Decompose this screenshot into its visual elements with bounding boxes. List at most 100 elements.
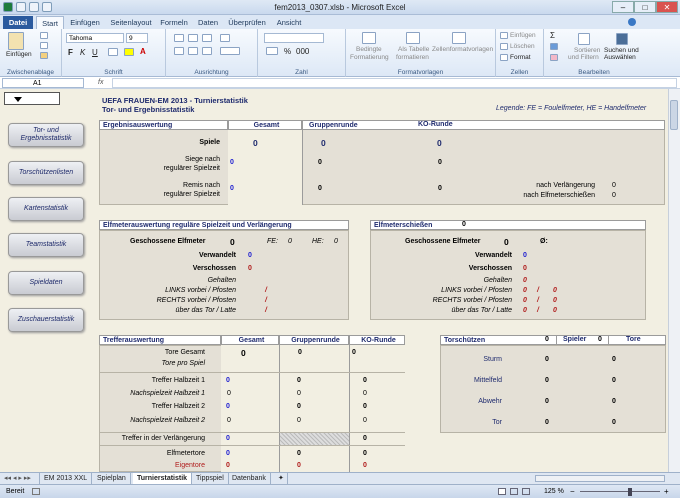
paste-button[interactable]: Einfügen xyxy=(6,51,32,58)
bold-button[interactable]: F xyxy=(68,48,73,57)
currency-icon[interactable] xyxy=(266,47,278,55)
conditional-format-button[interactable]: Bedingte xyxy=(356,46,382,53)
fill-color-icon[interactable] xyxy=(124,48,134,56)
vertical-scrollbar-thumb[interactable] xyxy=(670,100,678,130)
tab-review[interactable]: Überprüfen xyxy=(226,16,268,29)
tab-insert[interactable]: Einfügen xyxy=(68,16,102,29)
font-color-icon[interactable]: A xyxy=(140,47,146,56)
zoom-out-icon[interactable]: − xyxy=(570,487,575,496)
nav-button-karten[interactable]: Kartenstatistik xyxy=(8,197,84,221)
binoculars-icon[interactable] xyxy=(616,33,628,45)
paste-icon[interactable] xyxy=(8,32,24,50)
font-name-select[interactable]: Tahoma xyxy=(66,33,124,43)
new-sheet-icon[interactable]: ✦ xyxy=(274,473,288,484)
nav-button-spieldaten[interactable]: Spieldaten xyxy=(8,271,84,295)
format-as-table-icon[interactable] xyxy=(406,32,420,44)
cell-styles-icon[interactable] xyxy=(452,32,466,44)
format-cells-button[interactable]: Format xyxy=(510,54,531,61)
team-select-dropdown[interactable] xyxy=(4,92,60,105)
delete-cells-button[interactable]: Löschen xyxy=(510,43,535,50)
autosum-icon[interactable]: Σ xyxy=(550,31,555,40)
tab-start[interactable]: Start xyxy=(36,16,64,29)
formula-bar: A1 fx xyxy=(0,77,680,89)
format-cells-icon[interactable] xyxy=(500,54,508,61)
insert-cells-icon[interactable] xyxy=(500,32,508,39)
nav-button-torschuetzen[interactable]: Torschützenlisten xyxy=(8,161,84,185)
italic-button[interactable]: K xyxy=(80,48,85,57)
align-bottom-icon[interactable] xyxy=(202,34,212,42)
zoom-in-icon[interactable]: + xyxy=(664,487,669,496)
tab-formulas[interactable]: Formeln xyxy=(158,16,190,29)
vertical-scrollbar[interactable] xyxy=(668,89,680,472)
formula-input[interactable] xyxy=(112,78,677,88)
tab-data[interactable]: Daten xyxy=(194,16,222,29)
group-styles: Bedingte Formatierung Als Tabelle format… xyxy=(346,29,496,77)
merge-icon[interactable] xyxy=(220,47,240,55)
nav-button-team[interactable]: Teamstatistik xyxy=(8,233,84,257)
name-box[interactable]: A1 xyxy=(2,78,84,88)
sort-filter-button[interactable]: Sortieren xyxy=(574,47,600,54)
normal-view-icon[interactable] xyxy=(498,488,506,495)
align-middle-icon[interactable] xyxy=(188,34,198,42)
tab-page-layout[interactable]: Seitenlayout xyxy=(108,16,154,29)
format-as-table-button[interactable]: Als Tabelle xyxy=(398,46,429,53)
underline-button[interactable]: U xyxy=(92,48,98,57)
zoom-slider[interactable] xyxy=(580,491,660,492)
group-label: Formatvorlagen xyxy=(397,69,444,76)
group-editing: Σ Sortieren und Filtern Suchen und Auswä… xyxy=(544,29,644,77)
number-format-select[interactable] xyxy=(264,33,324,43)
conditional-format-icon[interactable] xyxy=(362,32,376,44)
chevron-down-icon xyxy=(14,97,22,102)
nav-button-zuschauer[interactable]: Zuschauerstatistik xyxy=(8,308,84,332)
cell-styles-button[interactable]: Zellenformatvorlagen xyxy=(432,46,493,53)
sheet-tab-tippspiel[interactable]: Tippspiel xyxy=(192,473,229,484)
clear-icon[interactable] xyxy=(550,54,558,61)
close-button[interactable]: ✕ xyxy=(656,1,678,13)
insert-cells-button[interactable]: Einfügen xyxy=(510,32,536,39)
sheet-title: UEFA FRAUEN-EM 2013 - Turnierstatistik xyxy=(102,96,248,105)
title-bar: fem2013_0307.xlsb - Microsoft Excel – □ … xyxy=(0,0,680,15)
sheet-nav-arrows[interactable]: ◂◂ ◂ ▸ ▸▸ xyxy=(0,473,40,484)
font-size-select[interactable]: 9 xyxy=(126,33,148,43)
ribbon-tabs: Datei Start Einfügen Seitenlayout Formel… xyxy=(0,15,680,29)
align-top-icon[interactable] xyxy=(174,34,184,42)
treffer-header: Trefferauswertung xyxy=(99,335,221,345)
group-alignment: Ausrichtung xyxy=(166,29,258,77)
format-painter-icon[interactable] xyxy=(40,52,48,59)
fill-icon[interactable] xyxy=(550,43,558,50)
copy-icon[interactable] xyxy=(40,42,48,49)
align-center-icon[interactable] xyxy=(188,47,198,55)
cut-icon[interactable] xyxy=(40,32,48,39)
nav-button-tor-ergebnis[interactable]: Tor- und Ergebnisstatistik xyxy=(8,123,84,147)
insert-function-icon[interactable]: fx xyxy=(98,77,103,89)
zoom-slider-thumb[interactable] xyxy=(628,488,632,496)
ribbon: Einfügen Zwischenablage Tahoma 9 F K U A… xyxy=(0,29,680,77)
minimize-button[interactable]: – xyxy=(612,1,634,13)
tab-file[interactable]: Datei xyxy=(3,16,33,29)
sheet-tab-spielplan[interactable]: Spielplan xyxy=(93,473,131,484)
ergebnis-header: Ergebnisauswertung xyxy=(99,120,228,130)
align-right-icon[interactable] xyxy=(202,47,212,55)
maximize-button[interactable]: □ xyxy=(634,1,656,13)
thousands-button[interactable]: 000 xyxy=(296,47,309,56)
tab-view[interactable]: Ansicht xyxy=(272,16,306,29)
percent-button[interactable]: % xyxy=(284,47,291,56)
zoom-level[interactable]: 125 % xyxy=(544,488,564,495)
delete-cells-icon[interactable] xyxy=(500,43,508,50)
sheet-tab-datenbank[interactable]: Datenbank xyxy=(228,473,271,484)
border-icon[interactable] xyxy=(108,48,118,56)
help-icon[interactable] xyxy=(628,18,636,26)
text-orientation-icon[interactable] xyxy=(220,34,230,42)
hatched-cell xyxy=(280,433,349,445)
sort-filter-icon[interactable] xyxy=(578,33,590,45)
ergebnis-col-ko: KO-Runde xyxy=(418,121,453,128)
find-select-button[interactable]: Suchen und xyxy=(604,47,639,54)
page-break-view-icon[interactable] xyxy=(522,488,530,495)
page-layout-view-icon[interactable] xyxy=(510,488,518,495)
macro-record-icon[interactable] xyxy=(32,488,40,495)
horizontal-scrollbar[interactable] xyxy=(535,475,665,482)
sheet-tab-em2013xxl[interactable]: EM 2013 XXL xyxy=(40,473,93,484)
sheet-tab-turnierstatistik[interactable]: Turnierstatistik xyxy=(133,473,193,484)
align-left-icon[interactable] xyxy=(174,47,184,55)
group-label: Zellen xyxy=(510,69,529,76)
